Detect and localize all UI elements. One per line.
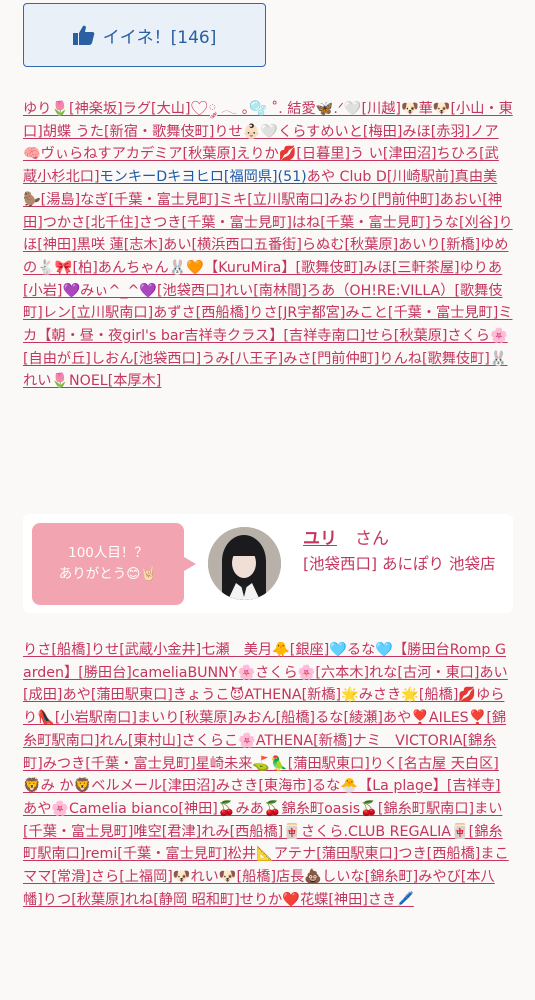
like-button[interactable]: イイネ！[146] [23, 3, 266, 67]
avatar[interactable] [208, 527, 281, 600]
cast-name-link[interactable]: ユリ [303, 524, 337, 549]
visitor-names-list-2[interactable]: りさ[船橋]りせ[武蔵小金井]七瀬 美月🐥[銀座]🩵るな🩵【勝田台Romp Ga… [23, 639, 513, 911]
cast-card[interactable]: 100人目！？ ありがとう😊🤘🏻 ユリ さん [池袋西口] あにぽり 池袋店 [23, 514, 513, 613]
cast-honorific: さん [355, 529, 389, 549]
visitor-names-list-1[interactable]: ゆり🌷[神楽坂]ラグ[大山]🤍︎︎༘ 𓂃 ｡🫧 ˚. 結愛🦋.ᐟ🤍[川越]🐶華🐶… [23, 98, 513, 393]
visitor-names-highlight[interactable]: モンキーDキヨヒロ[福岡県](51) [99, 169, 306, 185]
speech-bubble: 100人目！？ ありがとう😊🤘🏻 [32, 523, 196, 605]
bubble-line-2: ありがとう😊🤘🏻 [58, 566, 158, 582]
bubble-line-1: 100人目！？ [68, 545, 148, 561]
visitor-names-text-1b[interactable]: あや Club D[川崎駅前]真由美🦫[湯島]なぎ[千葉・富士見町]ミキ[立川駅… [23, 169, 513, 389]
thumbs-up-icon [72, 25, 94, 45]
like-button-label: イイネ！[146] [102, 27, 217, 48]
cast-shop[interactable]: [池袋西口] あにぽり 池袋店 [303, 552, 503, 577]
avatar-photo [208, 527, 281, 600]
visitor-names-text-2[interactable]: りさ[船橋]りせ[武蔵小金井]七瀬 美月🐥[銀座]🩵るな🩵【勝田台Romp Ga… [23, 642, 509, 908]
